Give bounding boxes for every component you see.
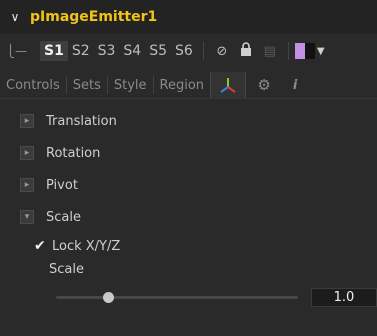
version-slot-s4[interactable]: S4 xyxy=(119,43,145,59)
section-scale-label: Scale xyxy=(46,209,81,225)
section-translation-label: Translation xyxy=(46,113,117,129)
swatch-color xyxy=(294,43,305,59)
axis-icon xyxy=(220,78,236,93)
tab-style[interactable]: Style xyxy=(108,78,153,93)
tool-header[interactable]: ∨ pImageEmitter1 xyxy=(0,0,377,34)
version-toolbar: ⎩— S1 S2 S3 S4 S5 S6 ⊘ ▤ ▼ xyxy=(0,38,377,64)
toolbar-divider xyxy=(202,42,204,60)
tab-sets[interactable]: Sets xyxy=(67,78,107,93)
version-slot-s3[interactable]: S3 xyxy=(94,43,120,59)
section-pivot[interactable]: ▸ Pivot xyxy=(20,175,78,195)
disable-icon[interactable]: ⊘ xyxy=(210,44,234,59)
swatch-color-dark xyxy=(304,43,315,59)
scale-label: Scale xyxy=(49,262,84,277)
section-rotation[interactable]: ▸ Rotation xyxy=(20,143,100,163)
gear-icon[interactable]: ⚙ xyxy=(246,76,282,94)
section-rotation-label: Rotation xyxy=(46,145,101,161)
version-slot-s2[interactable]: S2 xyxy=(68,43,94,59)
section-translation[interactable]: ▸ Translation xyxy=(20,111,117,131)
section-scale[interactable]: ▾ Scale xyxy=(20,207,81,227)
checkmark-icon[interactable]: ✔ xyxy=(34,238,52,254)
version-slot-s1[interactable]: S1 xyxy=(40,41,68,61)
tab-controls[interactable]: Controls xyxy=(0,78,66,93)
color-swatch[interactable] xyxy=(294,43,315,59)
chevron-right-icon[interactable]: ▸ xyxy=(20,146,34,160)
lock-xyz-label: Lock X/Y/Z xyxy=(52,238,121,254)
pin-icon[interactable]: ⎩— xyxy=(6,44,30,58)
tool-title: pImageEmitter1 xyxy=(30,9,158,25)
section-pivot-label: Pivot xyxy=(46,177,78,193)
toolbar-divider xyxy=(287,42,289,60)
scale-value-input[interactable]: 1.0 xyxy=(311,288,377,307)
inspector-tabs: Controls Sets Style Region ⚙ i xyxy=(0,72,377,99)
chevron-right-icon[interactable]: ▸ xyxy=(20,178,34,192)
lock-icon[interactable] xyxy=(234,42,258,60)
tab-region[interactable]: Region xyxy=(154,78,211,93)
version-slot-s6[interactable]: S6 xyxy=(171,43,197,59)
chevron-down-icon[interactable]: ▾ xyxy=(20,210,34,224)
info-icon[interactable]: i xyxy=(282,78,308,93)
scale-slider-track[interactable] xyxy=(56,296,298,299)
chevron-down-icon[interactable]: ▼ xyxy=(317,46,325,57)
tab-3d-transform[interactable] xyxy=(210,72,247,98)
chevron-right-icon[interactable]: ▸ xyxy=(20,114,34,128)
scale-slider-handle[interactable] xyxy=(103,292,114,303)
lock-xyz-checkbox[interactable]: ✔ Lock X/Y/Z xyxy=(34,238,120,254)
cache-icon[interactable]: ▤ xyxy=(258,44,282,59)
chevron-down-icon[interactable]: ∨ xyxy=(0,10,30,24)
version-slot-s5[interactable]: S5 xyxy=(145,43,171,59)
